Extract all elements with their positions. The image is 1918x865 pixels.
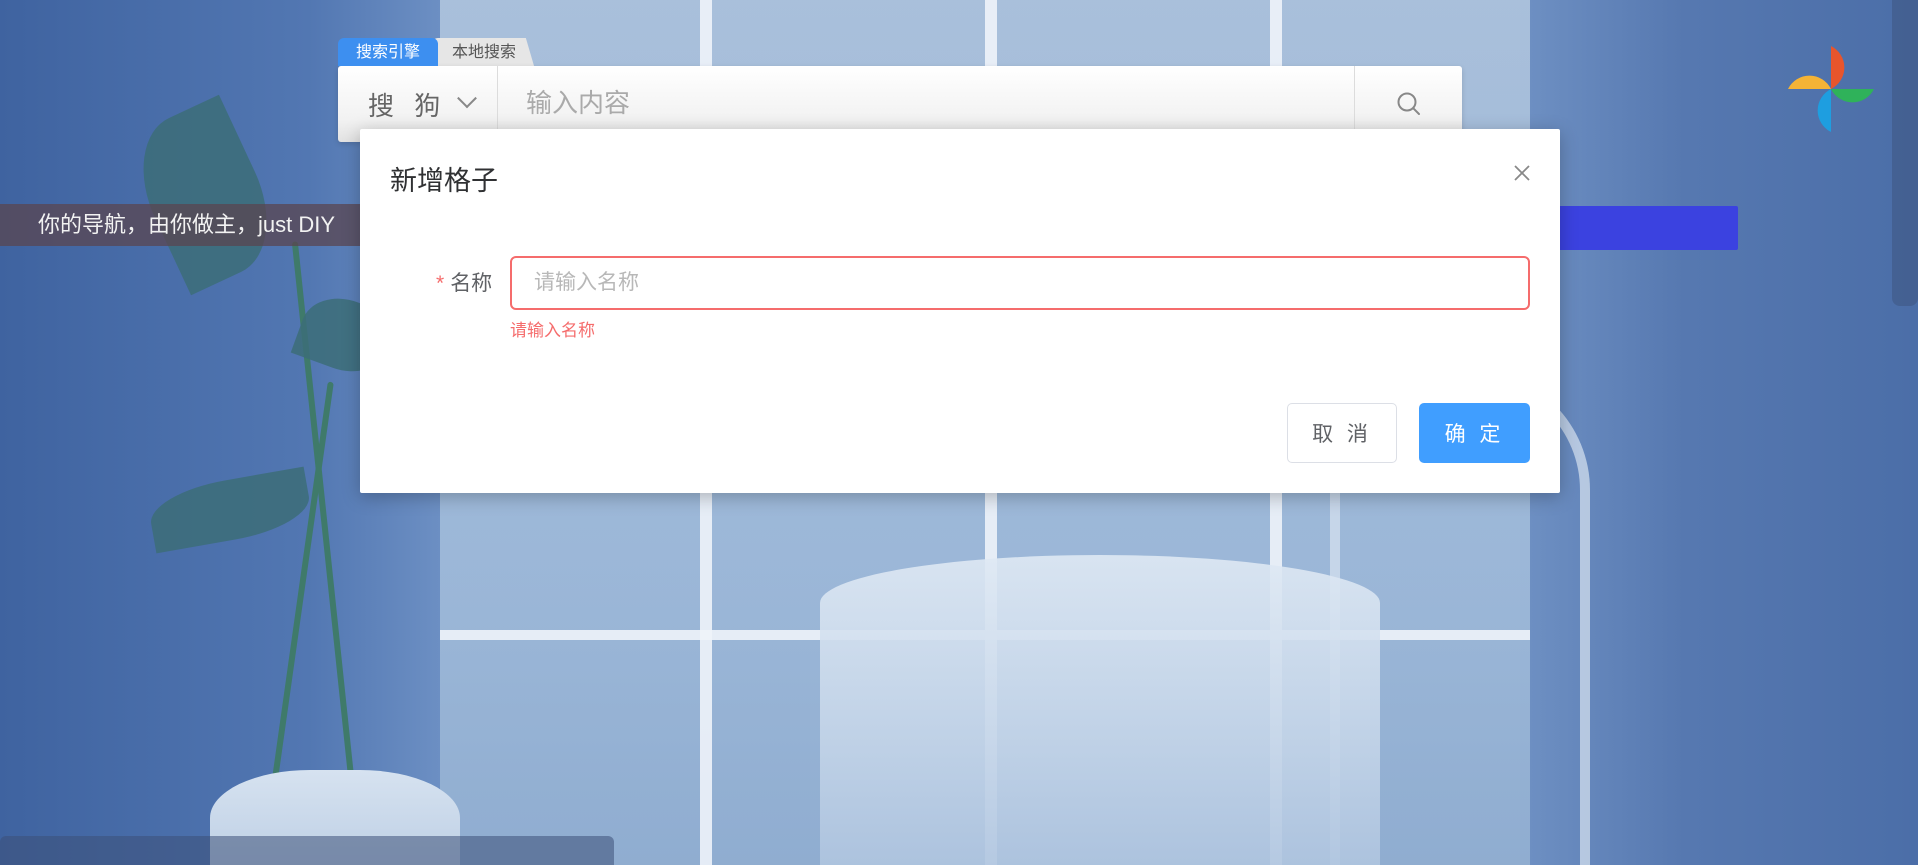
- tab-search-engine[interactable]: 搜索引擎: [338, 38, 439, 66]
- dialog-title: 新增格子: [390, 166, 498, 196]
- name-input[interactable]: [510, 256, 1530, 310]
- name-error-message: 请输入名称: [510, 321, 595, 340]
- search-icon: [1397, 92, 1420, 115]
- bottom-bar: [0, 836, 614, 865]
- nav-banner: 你的导航，由你做主，just DIY: [0, 204, 380, 246]
- add-cell-dialog: 新增格子 *名称 请输入名称 取 消 确 定: [360, 129, 1560, 493]
- scrollbar-right[interactable]: [1892, 0, 1918, 306]
- close-icon[interactable]: [1508, 159, 1536, 187]
- cancel-button[interactable]: 取 消: [1287, 403, 1397, 463]
- table: [820, 555, 1380, 865]
- chevron-down-icon: [457, 88, 478, 109]
- accent-bar: [1540, 206, 1738, 250]
- name-label: * 名称: [436, 267, 492, 297]
- required-mark: *: [436, 272, 445, 295]
- pinwheel-logo-icon: [1788, 46, 1874, 132]
- name-label-text: 名称: [450, 272, 493, 295]
- confirm-button[interactable]: 确 定: [1419, 403, 1530, 463]
- engine-select-label: 搜 狗: [368, 91, 447, 122]
- tab-local-search[interactable]: 本地搜索: [432, 38, 535, 66]
- search-tabs: 搜索引擎 本地搜索: [338, 38, 535, 66]
